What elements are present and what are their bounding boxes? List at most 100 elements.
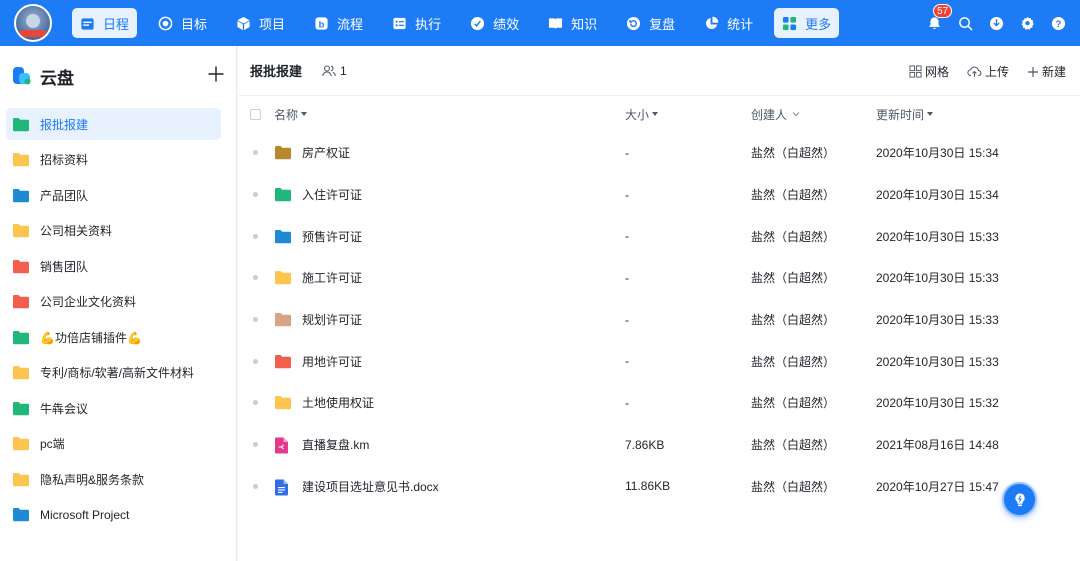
nav-item-label: 更多 bbox=[805, 16, 832, 32]
file-name[interactable]: 建设项目选址意见书.docx bbox=[302, 478, 439, 495]
nav-item-calendar[interactable]: 日程 bbox=[72, 8, 138, 38]
apps-grid-icon bbox=[782, 16, 797, 31]
row-drag-dot[interactable] bbox=[253, 400, 258, 406]
file-size: - bbox=[625, 395, 629, 410]
time-column-header[interactable]: 更新时间 bbox=[876, 96, 934, 132]
table-row[interactable]: 规划许可证 - 盐然（白超然） 2020年10月30日 15:33 bbox=[238, 299, 1080, 341]
sidebar-folder-item[interactable]: 隐私声明&服务条款 bbox=[6, 463, 221, 495]
sidebar-folder-item[interactable]: 公司企业文化资料 bbox=[6, 286, 221, 318]
folder-icon bbox=[12, 188, 30, 203]
sidebar-folder-item[interactable]: Microsoft Project bbox=[6, 499, 221, 531]
sidebar-folder-item[interactable]: 牛犇会议 bbox=[6, 392, 221, 424]
nav-item-label: 绩效 bbox=[493, 16, 520, 32]
notification-bell-icon[interactable]: 57 bbox=[926, 4, 953, 31]
name-column-header[interactable]: 名称 bbox=[274, 96, 308, 132]
row-drag-dot[interactable] bbox=[253, 233, 258, 239]
sidebar-folder-label: Microsoft Project bbox=[40, 507, 130, 522]
file-size: - bbox=[625, 187, 629, 202]
folder-icon bbox=[12, 330, 30, 345]
file-updated-time: 2020年10月30日 15:32 bbox=[876, 396, 999, 411]
row-drag-dot[interactable] bbox=[253, 483, 258, 489]
folder-icon bbox=[274, 312, 291, 327]
folder-icon bbox=[12, 507, 30, 522]
row-drag-dot[interactable] bbox=[253, 317, 258, 323]
file-name[interactable]: 施工许可证 bbox=[302, 269, 362, 286]
performance-icon bbox=[470, 16, 485, 31]
row-drag-dot[interactable] bbox=[253, 192, 258, 198]
sidebar-folder-item[interactable]: 产品团队 bbox=[6, 179, 221, 211]
file-name[interactable]: 用地许可证 bbox=[302, 353, 362, 370]
top-right-toolbar: 57 ? bbox=[911, 0, 1066, 46]
folder-title: 报批报建 bbox=[250, 64, 303, 79]
word-document-icon bbox=[274, 479, 291, 496]
nav-item-book[interactable]: 知识 bbox=[540, 8, 605, 38]
folder-actions: 网格 上传 新建 bbox=[891, 63, 1066, 80]
row-drag-dot[interactable] bbox=[253, 358, 258, 364]
settings-gear-icon[interactable] bbox=[1019, 15, 1035, 31]
sort-caret-icon bbox=[652, 112, 659, 116]
nav-item-target[interactable]: 目标 bbox=[150, 8, 215, 38]
nav-item-pie-chart[interactable]: 统计 bbox=[696, 8, 761, 38]
file-name[interactable]: 入住许可证 bbox=[302, 186, 362, 203]
nav-item-apps-grid[interactable]: 更多 bbox=[774, 8, 840, 38]
file-name[interactable]: 规划许可证 bbox=[302, 311, 362, 328]
nav-item-review[interactable]: 复盘 bbox=[618, 8, 683, 38]
sidebar-folder-label: 招标资料 bbox=[40, 153, 89, 167]
help-icon[interactable]: ? bbox=[1050, 15, 1066, 31]
name-column-label: 名称 bbox=[274, 107, 299, 122]
table-row[interactable]: 预售许可证 - 盐然（白超然） 2020年10月30日 15:33 bbox=[238, 215, 1080, 257]
workflow-icon: b bbox=[314, 16, 329, 31]
file-name[interactable]: 土地使用权证 bbox=[302, 394, 374, 411]
sidebar-folder-item[interactable]: 公司相关资料 bbox=[6, 215, 221, 247]
row-drag-dot[interactable] bbox=[253, 275, 258, 281]
upload-button[interactable]: 上传 bbox=[967, 63, 1009, 80]
search-icon[interactable] bbox=[957, 15, 973, 31]
row-drag-dot[interactable] bbox=[253, 150, 258, 156]
table-row[interactable]: 用地许可证 - 盐然（白超然） 2020年10月30日 15:33 bbox=[238, 340, 1080, 382]
grid-view-button[interactable]: 网格 bbox=[909, 63, 949, 80]
file-name[interactable]: 房产权证 bbox=[302, 144, 350, 161]
folder-icon bbox=[274, 187, 291, 202]
row-drag-dot[interactable] bbox=[253, 442, 258, 448]
sidebar-folder-item[interactable]: 报批报建 bbox=[6, 108, 221, 140]
sidebar-folder-item[interactable]: 专利/商标/软著/高新文件材料 bbox=[6, 357, 221, 389]
new-button[interactable]: 新建 bbox=[1027, 63, 1066, 80]
download-icon[interactable] bbox=[988, 15, 1004, 31]
member-count[interactable]: 1 bbox=[322, 64, 347, 78]
file-updated-time: 2020年10月30日 15:33 bbox=[876, 229, 999, 244]
nav-item-checklist[interactable]: 执行 bbox=[384, 8, 449, 38]
nav-item-performance[interactable]: 绩效 bbox=[462, 8, 527, 38]
sidebar-header: 云盘 bbox=[0, 46, 236, 106]
table-row[interactable]: 入住许可证 - 盐然（白超然） 2020年10月30日 15:34 bbox=[238, 174, 1080, 216]
user-avatar[interactable] bbox=[14, 4, 52, 42]
nav-item-label: 项目 bbox=[259, 16, 286, 32]
table-row[interactable]: 施工许可证 - 盐然（白超然） 2020年10月30日 15:33 bbox=[238, 257, 1080, 299]
nav-item-cube[interactable]: 项目 bbox=[228, 8, 293, 38]
sidebar-folder-item[interactable]: 💪功倍店铺插件💪 bbox=[6, 321, 221, 353]
table-row[interactable]: 土地使用权证 - 盐然（白超然） 2020年10月30日 15:32 bbox=[238, 382, 1080, 424]
table-row[interactable]: 房产权证 - 盐然（白超然） 2020年10月30日 15:34 bbox=[238, 132, 1080, 174]
sidebar-title: 云盘 bbox=[40, 68, 74, 88]
file-name[interactable]: 直播复盘.km bbox=[302, 436, 369, 453]
sidebar-folder-item[interactable]: 招标资料 bbox=[6, 144, 221, 176]
table-row[interactable]: 直播复盘.km 7.86KB 盐然（白超然） 2021年08月16日 14:48 bbox=[238, 424, 1080, 466]
checklist-icon bbox=[392, 16, 407, 31]
select-all-checkbox[interactable] bbox=[250, 108, 261, 120]
mindmap-file-icon bbox=[274, 437, 291, 454]
nav-item-label: 流程 bbox=[337, 16, 364, 32]
sidebar-folder-label: 销售团队 bbox=[40, 259, 89, 274]
assistant-fab-button[interactable] bbox=[1002, 482, 1037, 517]
file-size: 7.86KB bbox=[625, 437, 665, 452]
sidebar-folder-item[interactable]: 销售团队 bbox=[6, 250, 221, 282]
nav-item-workflow[interactable]: b 流程 bbox=[306, 8, 371, 38]
target-icon bbox=[158, 16, 173, 31]
time-column-label: 更新时间 bbox=[876, 107, 925, 122]
calendar-icon bbox=[80, 16, 95, 31]
add-folder-icon[interactable] bbox=[208, 66, 224, 82]
sidebar-folder-item[interactable]: pc端 bbox=[6, 428, 221, 460]
size-column-header[interactable]: 大小 bbox=[625, 96, 659, 132]
svg-text:?: ? bbox=[1055, 19, 1061, 29]
table-row[interactable]: 建设项目选址意见书.docx 11.86KB 盐然（白超然） 2020年10月27日 … bbox=[238, 466, 1080, 508]
file-name[interactable]: 预售许可证 bbox=[302, 228, 362, 245]
creator-column-header[interactable]: 创建人 bbox=[751, 96, 801, 132]
